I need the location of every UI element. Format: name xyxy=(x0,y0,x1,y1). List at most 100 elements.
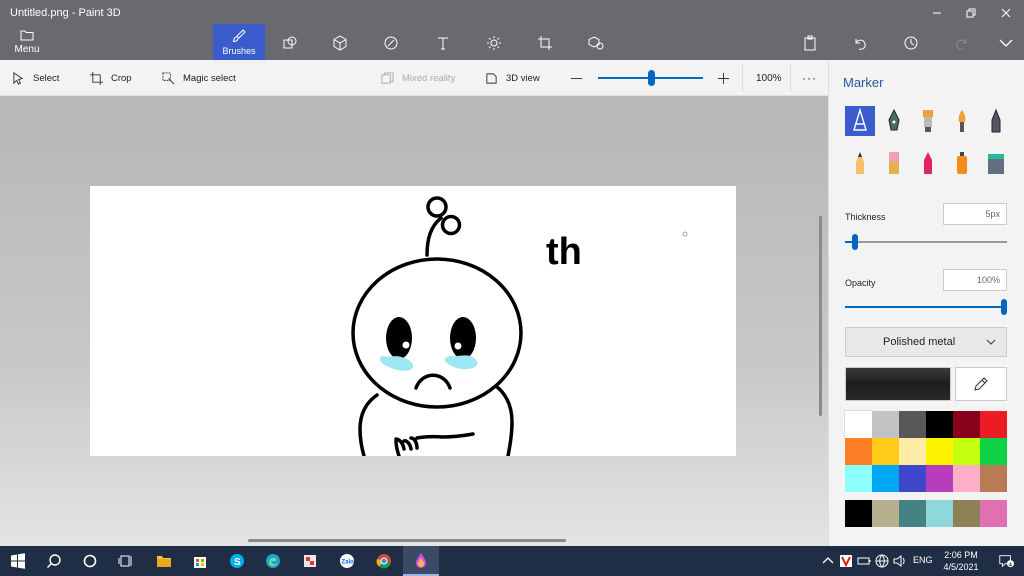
maximize-button[interactable] xyxy=(956,3,986,23)
canvas-tab[interactable] xyxy=(523,26,567,60)
oil-brush[interactable] xyxy=(913,106,943,136)
color-swatch[interactable] xyxy=(872,438,899,465)
effects-tab[interactable] xyxy=(472,26,516,60)
opacity-input[interactable]: 100% xyxy=(943,269,1007,291)
more-options-button[interactable]: ··· xyxy=(802,60,817,96)
color-swatch[interactable] xyxy=(845,465,872,492)
zoom-value[interactable]: 100% xyxy=(756,60,782,96)
custom-color-swatch[interactable] xyxy=(845,500,872,527)
close-button[interactable] xyxy=(991,3,1021,23)
edge-button[interactable] xyxy=(255,546,291,576)
color-swatch[interactable] xyxy=(899,465,926,492)
shapes-2d-tab[interactable] xyxy=(268,26,312,60)
paste-icon xyxy=(804,35,816,51)
color-swatch[interactable] xyxy=(844,410,873,439)
color-swatch[interactable] xyxy=(926,411,953,438)
thickness-input[interactable]: 5px xyxy=(943,203,1007,225)
eraser-icon xyxy=(889,152,899,174)
color-swatch[interactable] xyxy=(980,465,1007,492)
mixed-reality-button[interactable]: Mixed reality xyxy=(381,60,455,96)
minimize-button[interactable] xyxy=(922,3,952,23)
window-title: Untitled.png - Paint 3D xyxy=(10,7,121,19)
start-button[interactable] xyxy=(0,546,36,576)
custom-color-swatch[interactable] xyxy=(899,500,926,527)
zoom-slider-thumb[interactable] xyxy=(647,70,655,86)
crop-button[interactable]: Crop xyxy=(90,60,132,96)
language-indicator[interactable]: ENG xyxy=(913,555,933,565)
battery-tray-button[interactable] xyxy=(854,546,874,576)
clock[interactable]: 2:06 PM 4/5/2021 xyxy=(936,549,986,573)
brushes-tab[interactable]: Brushes xyxy=(213,24,265,60)
text-tab[interactable] xyxy=(421,26,465,60)
volume-tray-button[interactable] xyxy=(890,546,910,576)
antivirus-tray-button[interactable] xyxy=(836,546,856,576)
skype-button[interactable]: S xyxy=(219,546,255,576)
marker-brush[interactable] xyxy=(845,106,875,136)
show-hidden-icons-button[interactable] xyxy=(818,546,838,576)
task-view-button[interactable] xyxy=(108,546,144,576)
color-swatch[interactable] xyxy=(845,438,872,465)
chrome-button[interactable] xyxy=(366,546,402,576)
paste-button[interactable] xyxy=(788,26,832,60)
color-swatch[interactable] xyxy=(953,438,980,465)
network-tray-button[interactable] xyxy=(872,546,892,576)
opacity-slider-thumb[interactable] xyxy=(1001,299,1007,315)
pencil-brush[interactable] xyxy=(845,148,875,178)
app-button[interactable] xyxy=(292,546,328,576)
color-swatch[interactable] xyxy=(899,411,926,438)
expand-ribbon-button[interactable] xyxy=(984,26,1024,60)
shapes-3d-tab[interactable] xyxy=(318,26,362,60)
zoom-in-button[interactable] xyxy=(717,60,730,96)
color-swatch[interactable] xyxy=(899,438,926,465)
select-button[interactable]: Select xyxy=(12,60,59,96)
color-swatch[interactable] xyxy=(953,465,980,492)
library-3d-tab[interactable] xyxy=(574,26,618,60)
action-center-button[interactable]: 4 xyxy=(988,546,1024,576)
search-button[interactable] xyxy=(36,546,72,576)
magic-select-button[interactable]: Magic select xyxy=(162,60,236,96)
stickers-tab[interactable] xyxy=(369,26,413,60)
cortana-button[interactable] xyxy=(72,546,108,576)
zoom-out-button[interactable] xyxy=(570,60,583,96)
color-swatch[interactable] xyxy=(872,411,899,438)
file-explorer-button[interactable] xyxy=(146,546,182,576)
vertical-scrollbar[interactable] xyxy=(819,216,822,416)
crayon-brush[interactable] xyxy=(913,148,943,178)
cursor-icon xyxy=(13,71,24,85)
zalo-button[interactable]: Zalo xyxy=(329,546,365,576)
taskbar: S Zalo ENG 2:06 PM 4/5/2021 4 xyxy=(0,546,1024,576)
custom-color-swatch[interactable] xyxy=(926,500,953,527)
color-swatch[interactable] xyxy=(953,411,980,438)
thickness-slider-thumb[interactable] xyxy=(851,234,858,250)
thickness-slider[interactable] xyxy=(845,234,1007,250)
color-swatch[interactable] xyxy=(926,465,953,492)
color-swatch[interactable] xyxy=(980,438,1007,465)
menu-button[interactable]: Menu xyxy=(6,26,48,58)
current-color-swatch[interactable] xyxy=(845,367,951,401)
store-icon xyxy=(194,557,206,568)
spray-can-brush[interactable] xyxy=(947,148,977,178)
drawing-canvas[interactable]: th xyxy=(90,186,736,458)
opacity-slider[interactable] xyxy=(845,299,1007,315)
paint-3d-taskbar-button[interactable] xyxy=(403,546,439,576)
view-3d-button[interactable]: 3D view xyxy=(485,60,540,96)
material-dropdown[interactable]: Polished metal xyxy=(845,327,1007,357)
eyedropper-button[interactable] xyxy=(955,367,1007,401)
watercolor-brush[interactable] xyxy=(947,106,977,136)
pixel-pen-brush[interactable] xyxy=(981,106,1011,136)
redo-button[interactable] xyxy=(940,26,984,60)
calligraphy-pen-brush[interactable] xyxy=(879,106,909,136)
store-button[interactable] xyxy=(182,546,218,576)
custom-color-swatch[interactable] xyxy=(980,500,1007,527)
color-swatch[interactable] xyxy=(872,465,899,492)
custom-color-swatch[interactable] xyxy=(953,500,980,527)
eraser-brush[interactable] xyxy=(879,148,909,178)
fill-brush[interactable] xyxy=(981,148,1011,178)
horizontal-scrollbar[interactable] xyxy=(248,539,566,542)
color-swatch[interactable] xyxy=(980,411,1007,438)
history-button[interactable] xyxy=(889,26,933,60)
undo-button[interactable] xyxy=(838,26,882,60)
color-swatch[interactable] xyxy=(926,438,953,465)
custom-color-swatch[interactable] xyxy=(872,500,899,527)
task-view-icon xyxy=(118,555,132,567)
